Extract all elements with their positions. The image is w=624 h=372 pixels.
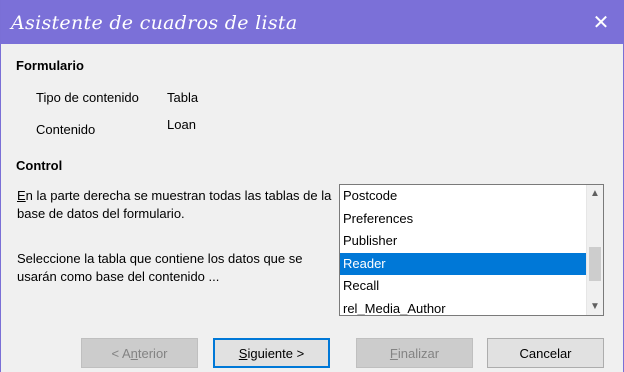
back-button[interactable]: < An terior	[81, 338, 198, 368]
back-button-label-post: terior	[137, 345, 168, 361]
control-description-2: Seleccione la tabla que contiene los dat…	[17, 251, 303, 284]
scrollbar-thumb[interactable]	[589, 247, 601, 281]
dialog-title: Asistente de cuadros de lista	[11, 12, 298, 34]
table-list-item[interactable]: Reader	[340, 252, 586, 275]
cancel-button[interactable]: Cancelar	[487, 338, 604, 368]
listbox-scrollbar[interactable]: ▲ ▼	[586, 185, 603, 315]
table-list-item[interactable]: Preferences	[340, 208, 586, 231]
finish-button-label-post: inalizar	[397, 345, 440, 361]
scroll-up-icon[interactable]: ▲	[587, 185, 603, 202]
tables-list[interactable]: Postcode Preferences Publisher Reader Recall…	[340, 185, 586, 316]
table-list-item[interactable]: Recall	[340, 275, 586, 298]
content-value: Loan	[167, 117, 196, 132]
scroll-down-icon[interactable]: ▼	[587, 298, 603, 315]
control-description-1-text: n la parte derecha se muestran todas las…	[17, 188, 332, 221]
next-button-label-post: iguiente >	[247, 345, 305, 361]
control-description-1: En la parte derecha se muestran todas la…	[17, 187, 332, 223]
control-section-heading: Control	[16, 158, 63, 173]
next-button[interactable]: Siguiente >	[213, 338, 330, 368]
content-type-value: Tabla	[167, 90, 199, 105]
close-icon[interactable]: ✕	[579, 0, 623, 44]
back-button-label-pre: < A	[111, 345, 131, 361]
content-type-label: Tipo de contenido	[36, 90, 139, 105]
title-bar[interactable]: Asistente de cuadros de lista ✕	[1, 0, 623, 44]
back-button-mnemonic: n	[130, 345, 138, 361]
finish-button-mnemonic: F	[389, 345, 398, 361]
listbox-wizard-dialog: Asistente de cuadros de lista ✕ Formular…	[0, 0, 624, 372]
finish-button[interactable]: Finalizar	[356, 338, 473, 368]
table-list-item[interactable]: rel_Media_Author	[340, 298, 586, 316]
next-button-mnemonic: S	[238, 345, 248, 361]
table-list-item[interactable]: Postcode	[340, 185, 586, 208]
form-section-heading: Formulario	[16, 58, 84, 73]
mnemonic-letter: E	[17, 188, 26, 203]
tables-listbox[interactable]: Postcode Preferences Publisher Reader Recall…	[339, 184, 604, 316]
table-list-item[interactable]: Publisher	[340, 230, 586, 253]
content-label: Contenido	[36, 122, 96, 137]
